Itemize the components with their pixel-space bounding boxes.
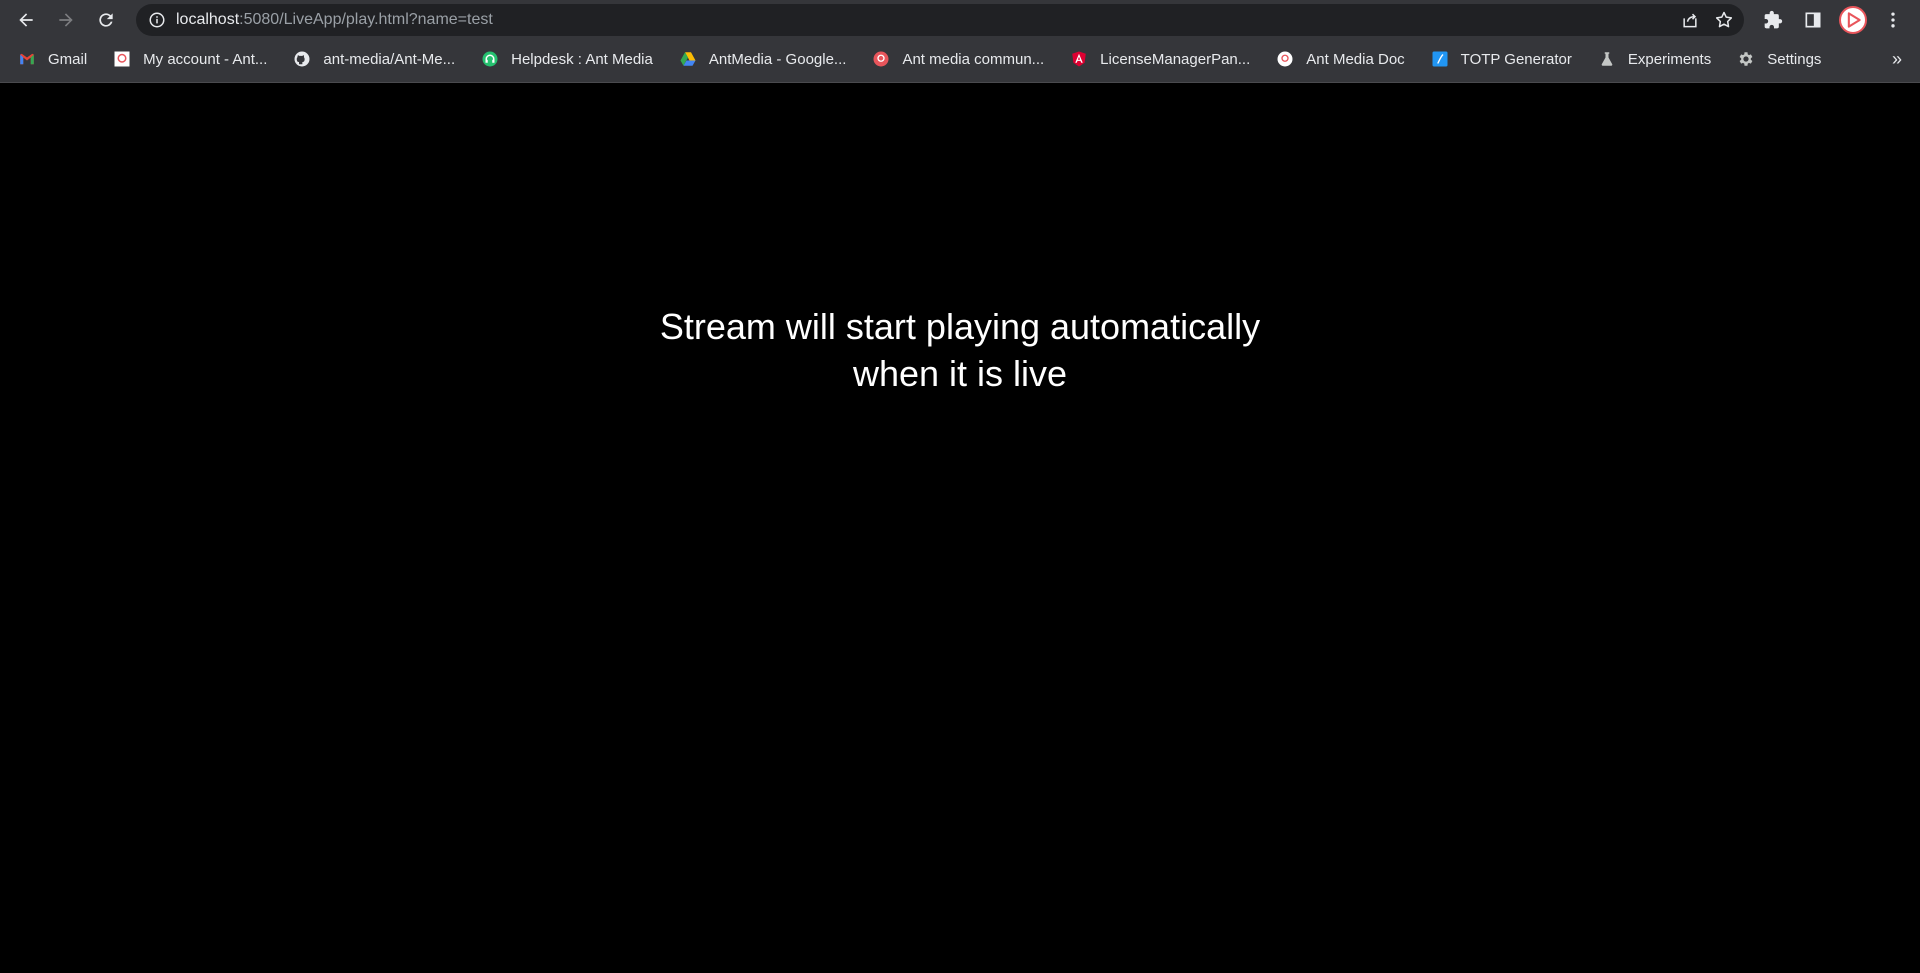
bookmark-totp-generator[interactable]: TOTP Generator bbox=[1413, 45, 1580, 73]
bookmark-google-drive[interactable]: AntMedia - Google... bbox=[661, 45, 855, 73]
gmail-icon bbox=[18, 50, 36, 68]
bookmark-label: LicenseManagerPan... bbox=[1100, 50, 1251, 68]
message-line-2: when it is live bbox=[852, 353, 1068, 394]
antmedia-doc-icon bbox=[1276, 50, 1294, 68]
bookmark-label: Ant Media Doc bbox=[1306, 50, 1405, 68]
bookmark-license-manager[interactable]: LicenseManagerPan... bbox=[1052, 45, 1258, 73]
bookmark-label: AntMedia - Google... bbox=[708, 50, 847, 68]
angular-icon bbox=[1070, 50, 1088, 68]
helpdesk-icon bbox=[481, 50, 499, 68]
bookmark-label: ant-media/Ant-Me... bbox=[323, 50, 456, 68]
bookmark-label: Ant media commun... bbox=[902, 50, 1045, 68]
antmedia-logo-icon bbox=[113, 50, 131, 68]
reload-icon bbox=[99, 13, 113, 27]
browser-chrome: localhost:5080/LiveApp/play.html?name=te… bbox=[0, 0, 1920, 83]
play-logo-icon bbox=[1847, 12, 1861, 28]
site-info-icon[interactable] bbox=[148, 11, 166, 29]
browser-toolbar: localhost:5080/LiveApp/play.html?name=te… bbox=[0, 0, 1920, 40]
bookmark-settings[interactable]: Settings bbox=[1719, 45, 1829, 73]
bookmark-experiments[interactable]: Experiments bbox=[1580, 45, 1719, 73]
side-panel-button[interactable] bbox=[1798, 5, 1828, 35]
bookmarks-bar: Gmail My account - Ant... ant-media/Ant-… bbox=[0, 44, 1920, 74]
player-area: Stream will start playing automatically … bbox=[0, 83, 1920, 973]
bookmark-community[interactable]: Ant media commun... bbox=[854, 45, 1052, 73]
url-text[interactable]: localhost:5080/LiveApp/play.html?name=te… bbox=[176, 11, 493, 29]
bookmark-label: Helpdesk : Ant Media bbox=[511, 50, 653, 68]
back-button[interactable] bbox=[8, 2, 44, 38]
bookmark-ant-media-doc[interactable]: Ant Media Doc bbox=[1258, 45, 1412, 73]
back-arrow-icon bbox=[19, 13, 33, 27]
bookmark-label: Experiments bbox=[1627, 50, 1712, 68]
side-panel-icon bbox=[1805, 12, 1821, 28]
bookmark-star-icon[interactable] bbox=[1714, 10, 1734, 30]
share-icon[interactable] bbox=[1680, 10, 1700, 30]
bookmark-gmail[interactable]: Gmail bbox=[0, 45, 95, 73]
address-bar[interactable]: localhost:5080/LiveApp/play.html?name=te… bbox=[136, 4, 1744, 36]
flask-icon bbox=[1598, 50, 1616, 68]
extensions-button[interactable] bbox=[1758, 5, 1788, 35]
puzzle-icon bbox=[1764, 10, 1783, 29]
url-host: localhost bbox=[176, 11, 240, 28]
bookmark-github[interactable]: ant-media/Ant-Me... bbox=[275, 45, 463, 73]
browser-menu-button[interactable] bbox=[1878, 5, 1908, 35]
gear-icon bbox=[1737, 50, 1755, 68]
github-icon bbox=[293, 50, 311, 68]
bookmark-label: Gmail bbox=[48, 50, 88, 68]
stream-status-message: Stream will start playing automatically … bbox=[0, 303, 1920, 397]
bookmark-my-account[interactable]: My account - Ant... bbox=[95, 45, 275, 73]
forward-arrow-icon bbox=[59, 13, 73, 27]
message-line-1: Stream will start playing automatically bbox=[659, 306, 1261, 347]
totp-icon bbox=[1431, 50, 1449, 68]
kebab-menu-icon bbox=[1891, 12, 1895, 28]
bookmark-label: TOTP Generator bbox=[1460, 50, 1572, 68]
bookmark-label: Settings bbox=[1767, 50, 1822, 68]
reload-button[interactable] bbox=[88, 2, 124, 38]
profile-button[interactable] bbox=[1838, 5, 1868, 35]
antmedia-community-icon bbox=[872, 50, 890, 68]
forward-button[interactable] bbox=[48, 2, 84, 38]
google-drive-icon bbox=[679, 50, 697, 68]
bookmarks-overflow-button[interactable]: » bbox=[1892, 44, 1902, 74]
avatar bbox=[1839, 6, 1867, 34]
url-path: :5080/LiveApp/play.html?name=test bbox=[239, 11, 493, 28]
bookmark-helpdesk[interactable]: Helpdesk : Ant Media bbox=[463, 45, 661, 73]
bookmark-label: My account - Ant... bbox=[143, 50, 268, 68]
